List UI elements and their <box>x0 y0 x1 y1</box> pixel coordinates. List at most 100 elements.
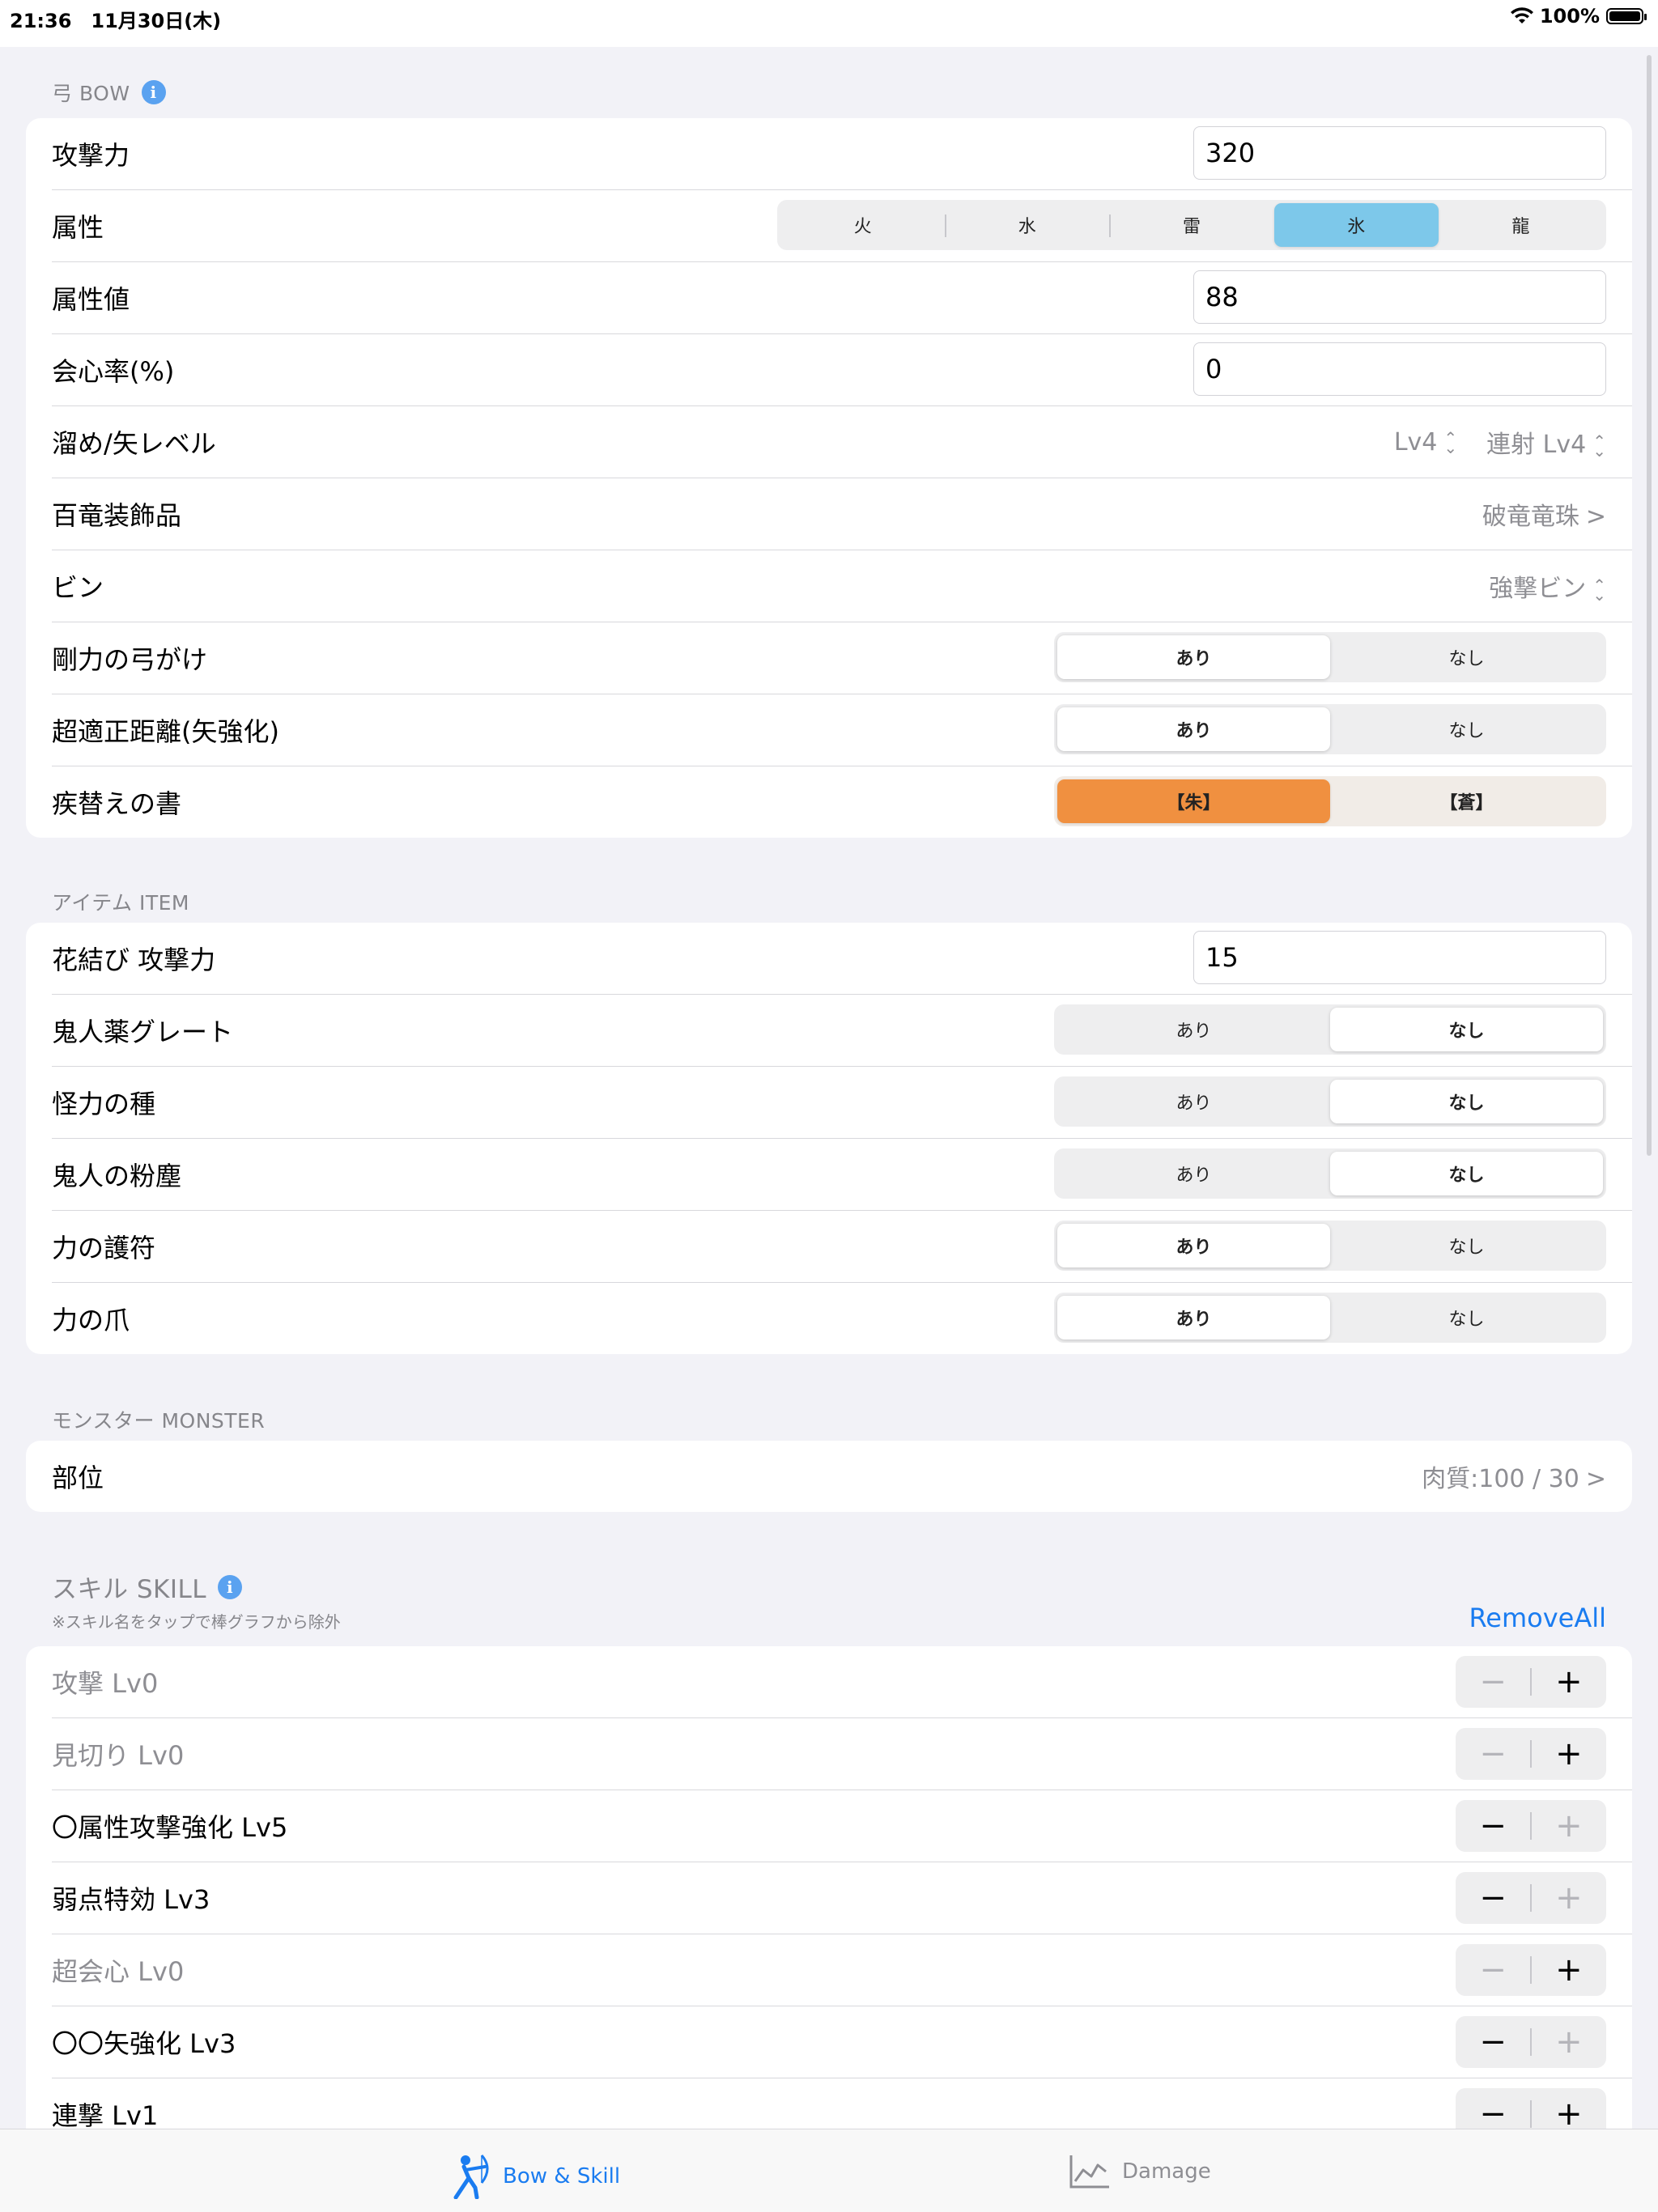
might-seed-option-yes[interactable]: あり <box>1057 1080 1330 1123</box>
coating-picker[interactable]: 強撃ビン ⌃ ⌄ <box>1489 568 1606 604</box>
talon-option-yes[interactable]: あり <box>1057 1296 1330 1340</box>
element-segmented-control[interactable]: 火 水 雷 氷 龍 <box>777 200 1606 250</box>
scroll-row: 疾替えの書 【朱】 【蒼】 <box>52 766 1632 838</box>
scroll-segmented-control[interactable]: 【朱】 【蒼】 <box>1054 776 1606 826</box>
skill-label[interactable]: 連撃 Lv1 <box>52 2095 158 2129</box>
minus-icon[interactable]: − <box>1456 1728 1530 1780</box>
power-option-no[interactable]: なし <box>1330 635 1603 679</box>
talon-label: 力の爪 <box>52 1305 130 1335</box>
coating-row: ビン 強撃ビン ⌃ ⌄ <box>52 550 1632 622</box>
charm-segmented-control[interactable]: あり なし <box>1054 1221 1606 1271</box>
skill-stepper[interactable]: − + <box>1456 2088 1606 2129</box>
power-row: 剛力の弓がけ あり なし <box>52 622 1632 694</box>
element-value-input[interactable]: 88 <box>1193 270 1606 324</box>
minus-icon[interactable]: − <box>1456 1872 1530 1924</box>
tab-damage[interactable]: Damage <box>1069 2154 1211 2189</box>
scrollbar[interactable] <box>1647 55 1652 1156</box>
charge-level-picker[interactable]: Lv4 ⌃ ⌄ <box>1394 428 1457 456</box>
charge-label: 溜め/矢レベル <box>52 428 216 459</box>
updown-chevron-icon: ⌃ ⌄ <box>1443 428 1458 457</box>
skill-note: ※スキル名をタップで棒グラフから除外 <box>52 1612 341 1632</box>
demon-powder-option-yes[interactable]: あり <box>1057 1152 1330 1195</box>
skill-card: 攻撃 Lv0 − + 見切り Lv0 − + 〇属性攻撃強化 Lv5 − + 弱点特効… <box>26 1646 1632 2129</box>
minus-icon[interactable]: − <box>1456 1656 1530 1708</box>
distance-segmented-control[interactable]: あり なし <box>1054 704 1606 754</box>
skill-stepper[interactable]: − + <box>1456 2016 1606 2068</box>
power-option-yes[interactable]: あり <box>1057 635 1330 679</box>
skill-stepper[interactable]: − + <box>1456 1800 1606 1852</box>
plus-icon[interactable]: + <box>1532 2088 1606 2129</box>
demon-drug-option-yes[interactable]: あり <box>1057 1008 1330 1051</box>
might-seed-segmented-control[interactable]: あり なし <box>1054 1076 1606 1127</box>
skill-row: 連撃 Lv1 − + <box>52 2078 1632 2129</box>
skill-stepper[interactable]: − + <box>1456 1872 1606 1924</box>
demon-drug-segmented-control[interactable]: あり なし <box>1054 1004 1606 1055</box>
distance-option-yes[interactable]: あり <box>1057 707 1330 751</box>
element-option-water[interactable]: 水 <box>945 203 1109 247</box>
element-value-label: 属性値 <box>52 284 130 315</box>
plus-icon[interactable]: + <box>1532 1872 1606 1924</box>
skill-label[interactable]: 〇〇矢強化 Lv3 <box>52 2023 236 2061</box>
battery-icon <box>1606 8 1647 24</box>
status-date: 11月30日(木) <box>91 10 222 32</box>
element-option-dragon[interactable]: 龍 <box>1439 203 1603 247</box>
scroll-option-blue[interactable]: 【蒼】 <box>1330 779 1603 823</box>
element-option-fire[interactable]: 火 <box>780 203 945 247</box>
decoration-row[interactable]: 百竜装飾品 破竜竜珠 > <box>52 478 1632 550</box>
plus-icon[interactable]: + <box>1532 1728 1606 1780</box>
status-time: 21:36 11月30日(木) <box>10 10 222 32</box>
tab-bar: Bow & Skill Damage <box>0 2129 1658 2212</box>
scroll-option-red[interactable]: 【朱】 <box>1057 779 1330 823</box>
shot-level-picker[interactable]: 連射 Lv4 ⌃ ⌄ <box>1486 424 1606 460</box>
skill-label[interactable]: 〇属性攻撃強化 Lv5 <box>52 1807 287 1845</box>
demon-drug-option-no[interactable]: なし <box>1330 1008 1603 1051</box>
charm-option-yes[interactable]: あり <box>1057 1224 1330 1267</box>
might-seed-option-no[interactable]: なし <box>1330 1080 1603 1123</box>
talon-row: 力の爪 あり なし <box>52 1283 1632 1354</box>
talon-option-no[interactable]: なし <box>1330 1296 1603 1340</box>
info-icon[interactable]: i <box>218 1574 243 1599</box>
skill-label[interactable]: 超会心 Lv0 <box>52 1951 184 1989</box>
minus-icon[interactable]: − <box>1456 1944 1530 1996</box>
tab-bow-skill[interactable]: Bow & Skill <box>449 2154 620 2199</box>
plus-icon[interactable]: + <box>1532 1800 1606 1852</box>
demon-powder-option-no[interactable]: なし <box>1330 1152 1603 1195</box>
demon-drug-row: 鬼人薬グレート あり なし <box>52 995 1632 1067</box>
minus-icon[interactable]: − <box>1456 2016 1530 2068</box>
power-segmented-control[interactable]: あり なし <box>1054 632 1606 682</box>
info-icon[interactable]: i <box>141 80 166 104</box>
minus-icon[interactable]: − <box>1456 1800 1530 1852</box>
bow-section-header: 弓 BOW i <box>52 78 166 107</box>
coating-label: ビン <box>52 572 104 603</box>
petalace-label: 花結び 攻撃力 <box>52 945 216 975</box>
decoration-label: 百竜装飾品 <box>52 500 182 531</box>
plus-icon[interactable]: + <box>1532 2016 1606 2068</box>
element-option-ice[interactable]: 氷 <box>1273 203 1439 247</box>
skill-label[interactable]: 弱点特効 Lv3 <box>52 1879 210 1917</box>
demon-powder-label: 鬼人の粉塵 <box>52 1161 182 1191</box>
attack-input[interactable]: 320 <box>1193 126 1606 180</box>
skill-section-header: スキル SKILL i <box>52 1569 243 1605</box>
minus-icon[interactable]: − <box>1456 2088 1530 2129</box>
plus-icon[interactable]: + <box>1532 1944 1606 1996</box>
demon-powder-segmented-control[interactable]: あり なし <box>1054 1148 1606 1199</box>
skill-stepper[interactable]: − + <box>1456 1728 1606 1780</box>
status-bar: 21:36 11月30日(木) 100% <box>0 0 1658 47</box>
skill-row: 攻撃 Lv0 − + <box>52 1646 1632 1718</box>
skill-stepper[interactable]: − + <box>1456 1944 1606 1996</box>
charm-option-no[interactable]: なし <box>1330 1224 1603 1267</box>
plus-icon[interactable]: + <box>1532 1656 1606 1708</box>
part-row[interactable]: 部位 肉質:100 / 30 > <box>52 1441 1632 1512</box>
petalace-input[interactable]: 15 <box>1193 931 1606 984</box>
element-option-thunder[interactable]: 雷 <box>1109 203 1273 247</box>
skill-label[interactable]: 見切り Lv0 <box>52 1735 184 1773</box>
talon-segmented-control[interactable]: あり なし <box>1054 1293 1606 1343</box>
skill-row: 〇属性攻撃強化 Lv5 − + <box>52 1790 1632 1862</box>
crit-input[interactable]: 0 <box>1193 342 1606 396</box>
distance-option-no[interactable]: なし <box>1330 707 1603 751</box>
remove-all-button[interactable]: RemoveAll <box>1469 1603 1606 1633</box>
power-label: 剛力の弓がけ <box>52 644 208 675</box>
skill-stepper[interactable]: − + <box>1456 1656 1606 1708</box>
skill-label[interactable]: 攻撃 Lv0 <box>52 1663 158 1700</box>
monster-card: 部位 肉質:100 / 30 > <box>26 1441 1632 1512</box>
